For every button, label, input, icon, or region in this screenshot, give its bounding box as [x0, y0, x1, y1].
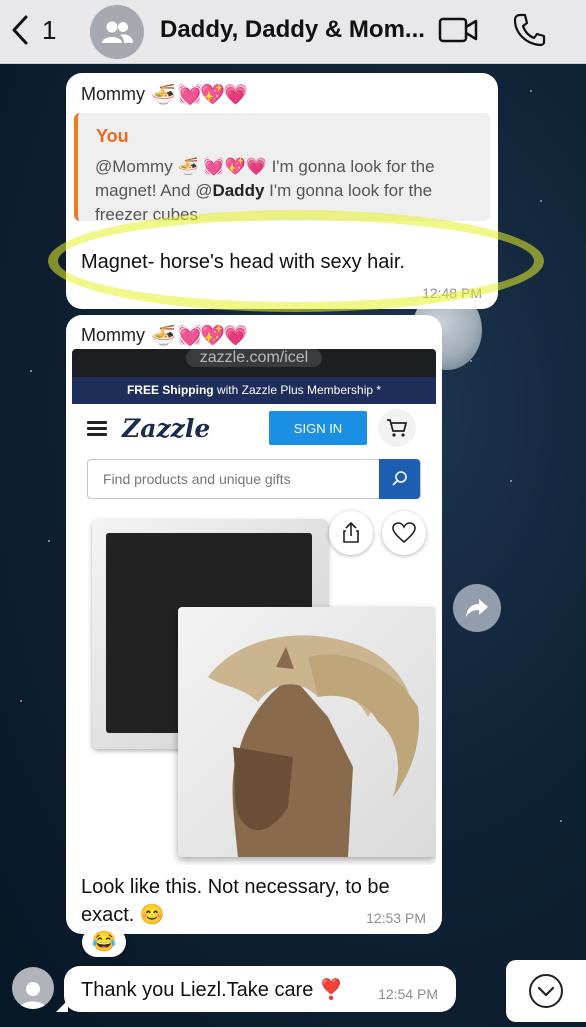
- group-avatar-icon[interactable]: [90, 5, 144, 59]
- message-text: Thank you Liezl.Take care ❣️: [81, 979, 344, 1001]
- mention-daddy: Daddy: [212, 181, 265, 200]
- bubble-tail: [56, 1000, 68, 1012]
- shipping-banner: FREE Shipping with Zazzle Plus Membershi…: [72, 377, 436, 404]
- chat-header: 1 Daddy, Daddy & Mom...: [0, 0, 586, 64]
- zazzle-search: [87, 459, 421, 499]
- sign-in-button: SIGN IN: [269, 411, 367, 445]
- product-image: [72, 507, 436, 865]
- quoted-reply[interactable]: You @Mommy 🍜 💓💖💗 I'm gonna look for the …: [74, 113, 490, 224]
- avatar[interactable]: [12, 967, 54, 1009]
- message-bubble[interactable]: Mommy 🍜 💓💖💗 zazzle.com/icel FREE Shippin…: [66, 315, 442, 934]
- forward-icon: [466, 599, 488, 617]
- mention-mommy: @Mommy: [95, 157, 173, 176]
- message-text: Magnet- horse's head with sexy hair.: [81, 251, 405, 273]
- zazzle-search-input: [88, 460, 380, 498]
- shared-screenshot-image[interactable]: zazzle.com/icel FREE Shipping with Zazzl…: [72, 349, 436, 865]
- chevron-down-icon: [529, 974, 563, 1008]
- message-time: 12:54 PM: [378, 986, 438, 1002]
- zazzle-logo: Zazzle: [122, 414, 211, 443]
- browser-url-bar: zazzle.com/icel: [72, 349, 436, 377]
- horse-magnet: [178, 607, 436, 857]
- group-title[interactable]: Daddy, Daddy & Mom...: [160, 16, 425, 44]
- message-time: 12:48 PM: [422, 285, 482, 301]
- sender-emoji: 🍜 💓💖💗: [151, 84, 248, 106]
- quote-author: You: [96, 126, 129, 146]
- zazzle-navbar: Zazzle SIGN IN: [72, 404, 436, 456]
- message-bubble[interactable]: Thank you Liezl.Take care ❣️ 12:54 PM: [56, 966, 456, 1012]
- cart-icon: [378, 409, 416, 447]
- back-button[interactable]: 1: [10, 14, 56, 46]
- phone-icon: [513, 13, 546, 47]
- voice-call-button[interactable]: [512, 12, 546, 53]
- sender-name: Mommy: [81, 325, 145, 345]
- unread-count: 1: [42, 14, 57, 45]
- person-icon: [20, 982, 46, 1009]
- heart-icon: [382, 511, 426, 555]
- video-call-icon: [438, 17, 478, 43]
- chevron-left-icon: [12, 15, 28, 45]
- search-icon: [379, 459, 420, 499]
- sender-name-row: Mommy 🍜 💓💖💗: [81, 323, 248, 348]
- forward-button[interactable]: [453, 584, 501, 632]
- sender-name: Mommy: [81, 84, 145, 104]
- hamburger-icon: [87, 421, 107, 437]
- share-icon: [329, 511, 373, 555]
- mention-emoji: 🍜 💓💖💗: [177, 157, 267, 176]
- sender-name-row: Mommy 🍜 💓💖💗: [81, 82, 248, 107]
- message-bubble[interactable]: Mommy 🍜 💓💖💗 You @Mommy 🍜 💓💖💗 I'm gonna l…: [66, 73, 498, 309]
- quote-text: @Mommy 🍜 💓💖💗 I'm gonna look for the magn…: [95, 157, 435, 224]
- reaction-badge[interactable]: 😂: [82, 927, 126, 957]
- sender-emoji: 🍜 💓💖💗: [151, 325, 248, 347]
- video-call-button[interactable]: [438, 16, 478, 49]
- message-time: 12:53 PM: [366, 910, 426, 926]
- scroll-to-bottom-button[interactable]: [506, 960, 586, 1022]
